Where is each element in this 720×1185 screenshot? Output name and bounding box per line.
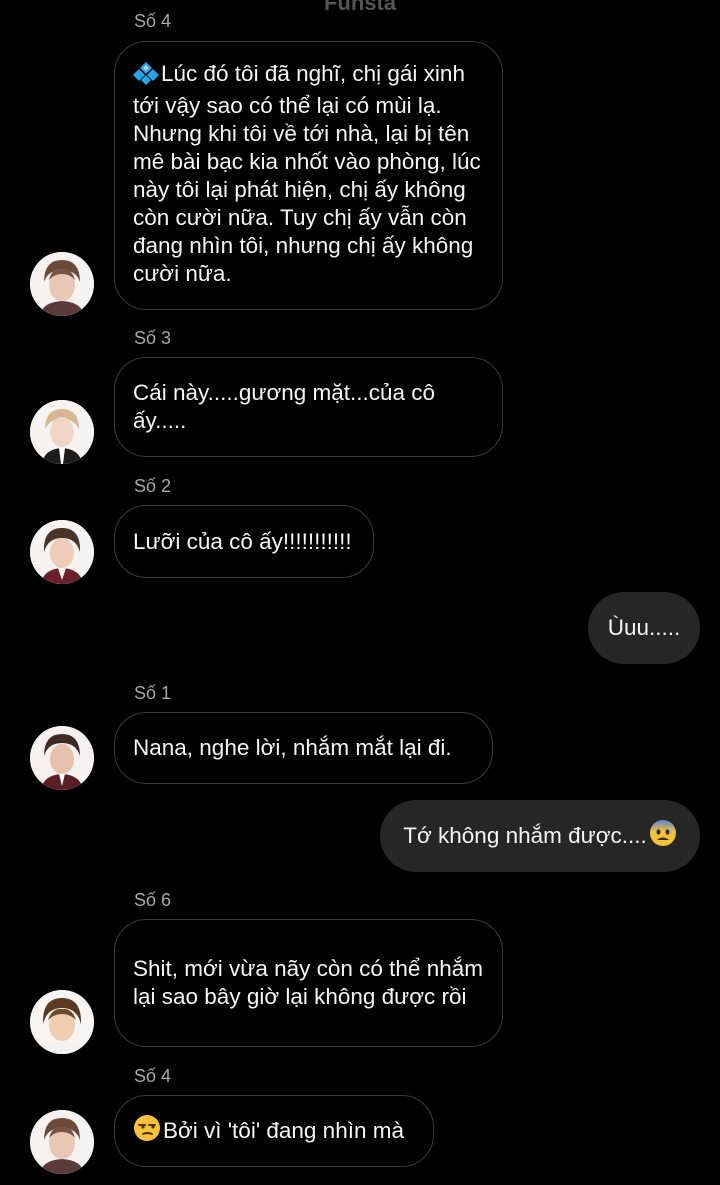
message-text: Shit, mới vừa nãy còn có thể nhắm lại sa…: [133, 956, 483, 1009]
message-text: Bởi vì 'tôi' đang nhìn mà: [163, 1118, 404, 1143]
chat-title: Funsta: [323, 0, 397, 15]
sender-name: Số 3: [134, 328, 172, 348]
anxious-face-emoji-icon: [649, 819, 677, 853]
avatar[interactable]: [30, 520, 94, 584]
avatar-icon: [30, 1110, 94, 1174]
sender-name: Số 4: [134, 11, 172, 31]
message-text: Ùuu.....: [607, 615, 681, 640]
message-bubble[interactable]: Nana, nghe lời, nhắm mắt lại đi.: [114, 712, 493, 784]
avatar[interactable]: [30, 726, 94, 790]
message-text: Tớ không nhắm được....: [403, 823, 647, 848]
outgoing-message-bubble[interactable]: Tớ không nhắm được....: [380, 800, 700, 872]
message-bubble[interactable]: Lưỡi của cô ấy!!!!!!!!!!!: [114, 505, 374, 578]
message-bubble[interactable]: Bởi vì 'tôi' đang nhìn mà: [114, 1095, 434, 1167]
avatar[interactable]: [30, 990, 94, 1054]
avatar-icon: [30, 726, 94, 790]
avatar[interactable]: [30, 252, 94, 316]
message-bubble[interactable]: Lúc đó tôi đã nghĩ, chị gái xinh tới vậy…: [114, 41, 503, 310]
avatar[interactable]: [30, 400, 94, 464]
avatar[interactable]: [30, 1110, 94, 1174]
outgoing-message-bubble[interactable]: Ùuu.....: [588, 592, 700, 664]
message-text: Cái này.....gương mặt...của cô ấy.....: [133, 380, 436, 433]
sender-name: Số 2: [134, 476, 172, 496]
unamused-face-emoji-icon: [133, 1114, 161, 1149]
message-text: Lưỡi của cô ấy!!!!!!!!!!!: [133, 528, 352, 554]
avatar-icon: [30, 520, 94, 584]
avatar-icon: [30, 252, 94, 316]
message-text: Lúc đó tôi đã nghĩ, chị gái xinh tới vậy…: [133, 60, 481, 286]
sender-name: Số 4: [134, 1066, 172, 1086]
avatar-icon: [30, 990, 94, 1054]
diamond-emoji-icon: [133, 61, 159, 92]
sender-name: Số 1: [134, 683, 172, 703]
avatar-icon: [30, 400, 94, 464]
message-bubble[interactable]: Shit, mới vừa nãy còn có thể nhắm lại sa…: [114, 919, 503, 1047]
message-bubble[interactable]: Cái này.....gương mặt...của cô ấy.....: [114, 357, 503, 457]
message-text: Nana, nghe lời, nhắm mắt lại đi.: [133, 735, 452, 760]
sender-name: Số 6: [134, 890, 172, 910]
